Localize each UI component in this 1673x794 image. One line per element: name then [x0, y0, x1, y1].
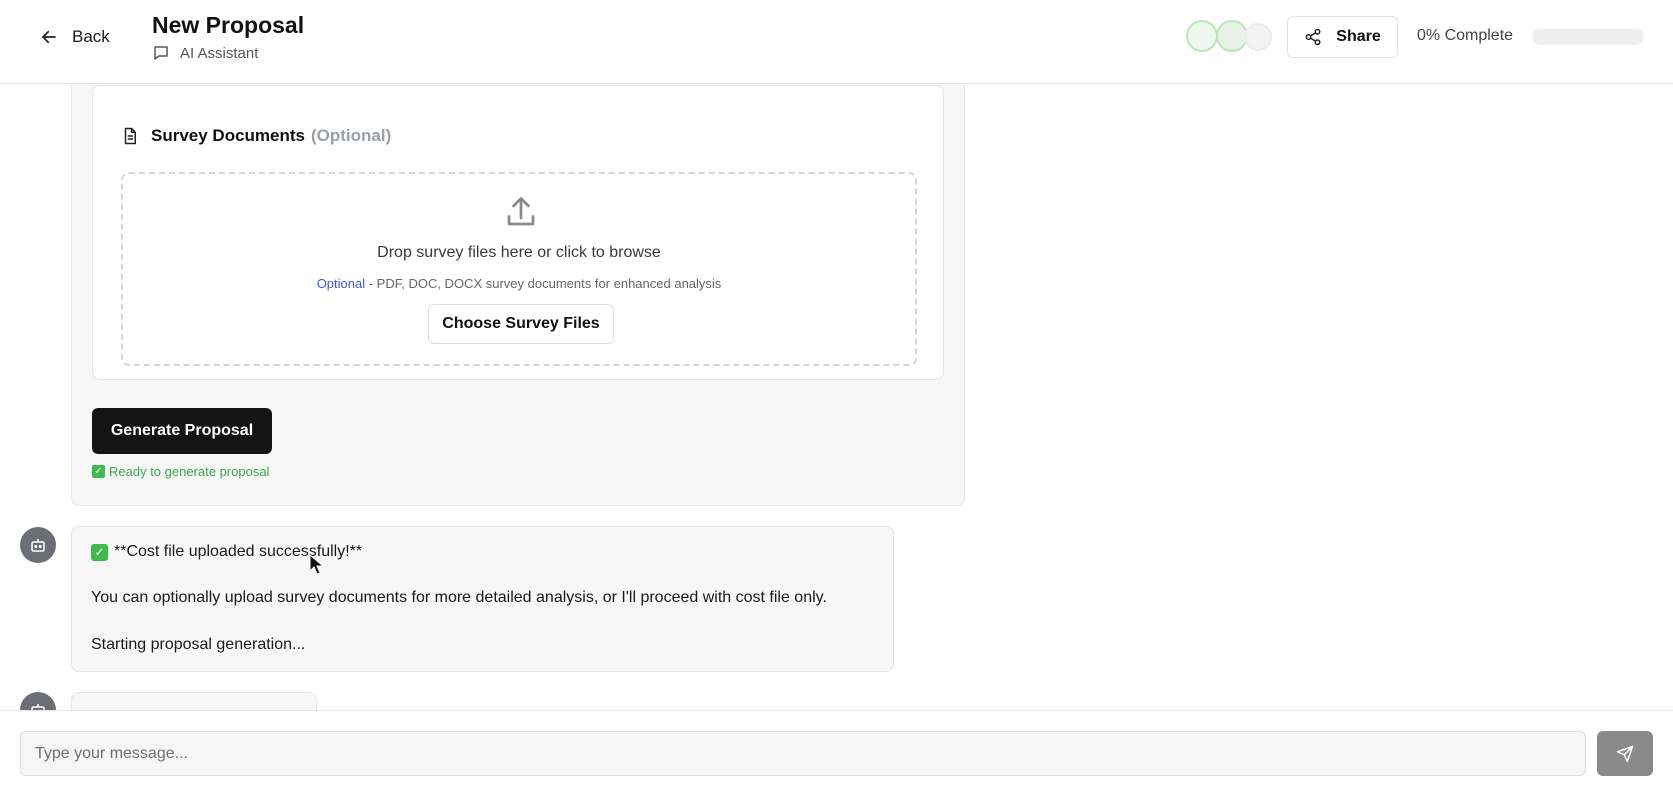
back-label: Back: [72, 27, 110, 46]
share-icon: [1305, 28, 1321, 46]
subtitle: AI Assistant: [152, 44, 304, 62]
message-input[interactable]: [20, 731, 1586, 776]
share-label: Share: [1336, 28, 1381, 45]
mouse-cursor-icon: [309, 554, 325, 575]
back-button[interactable]: Back: [40, 22, 110, 52]
choose-survey-files-button[interactable]: Choose Survey Files: [428, 304, 614, 344]
assistant-message: [71, 692, 317, 710]
hint-text: - PDF, DOC, DOCX survey documents for en…: [365, 276, 722, 291]
upload-icon: [507, 197, 535, 226]
message-square-icon: [154, 46, 168, 60]
title-block: New Proposal AI Assistant: [152, 10, 304, 62]
send-icon: [1616, 745, 1634, 762]
ready-status: ✓ Ready to generate proposal: [92, 464, 269, 479]
assistant-message: ✓ **Cost file uploaded successfully!** Y…: [71, 526, 894, 672]
survey-card: Survey Documents (Optional) Drop survey …: [92, 85, 944, 380]
message-composer: [0, 710, 1673, 794]
ready-status-text: Ready to generate proposal: [109, 464, 270, 479]
drop-text: Drop survey files here or click to brows…: [377, 244, 661, 261]
collaborator-avatars[interactable]: [1186, 20, 1276, 54]
subtitle-label: AI Assistant: [180, 44, 259, 62]
avatar[interactable]: [1186, 20, 1218, 52]
message-line: You can optionally upload survey documen…: [91, 589, 827, 606]
bot-avatar: [20, 692, 56, 710]
page-title: New Proposal: [152, 12, 305, 38]
optional-tag: (Optional): [311, 126, 392, 145]
check-box-icon: ✓: [91, 543, 108, 561]
check-box-icon: ✓: [92, 465, 105, 478]
file-text-icon: [124, 127, 136, 145]
bot-icon: [31, 539, 45, 552]
app-window: Back New Proposal AI Assistant Share 0% …: [0, 0, 1673, 794]
drop-hint: Optional - PDF, DOC, DOCX survey documen…: [123, 276, 915, 291]
share-button[interactable]: Share: [1287, 16, 1398, 58]
hint-accent: Optional: [316, 276, 366, 291]
survey-heading-label: Survey Documents: [151, 126, 305, 145]
progress-label: 0% Complete: [1417, 27, 1514, 44]
survey-dropzone[interactable]: Drop survey files here or click to brows…: [121, 172, 917, 366]
chat-content[interactable]: Survey Documents (Optional) Drop survey …: [0, 84, 1673, 710]
bot-icon: [31, 704, 45, 710]
message-line: Starting proposal generation...: [91, 636, 306, 653]
upload-panel: Survey Documents (Optional) Drop survey …: [71, 84, 965, 506]
bot-avatar: [20, 527, 56, 563]
survey-heading: Survey Documents (Optional): [121, 126, 391, 146]
top-header: Back New Proposal AI Assistant Share 0% …: [0, 0, 1673, 84]
send-button[interactable]: [1597, 731, 1653, 776]
avatar[interactable]: [1244, 23, 1272, 51]
progress-bar: [1532, 29, 1644, 45]
arrow-left-icon: [42, 30, 56, 44]
generate-proposal-button[interactable]: Generate Proposal: [92, 408, 272, 454]
